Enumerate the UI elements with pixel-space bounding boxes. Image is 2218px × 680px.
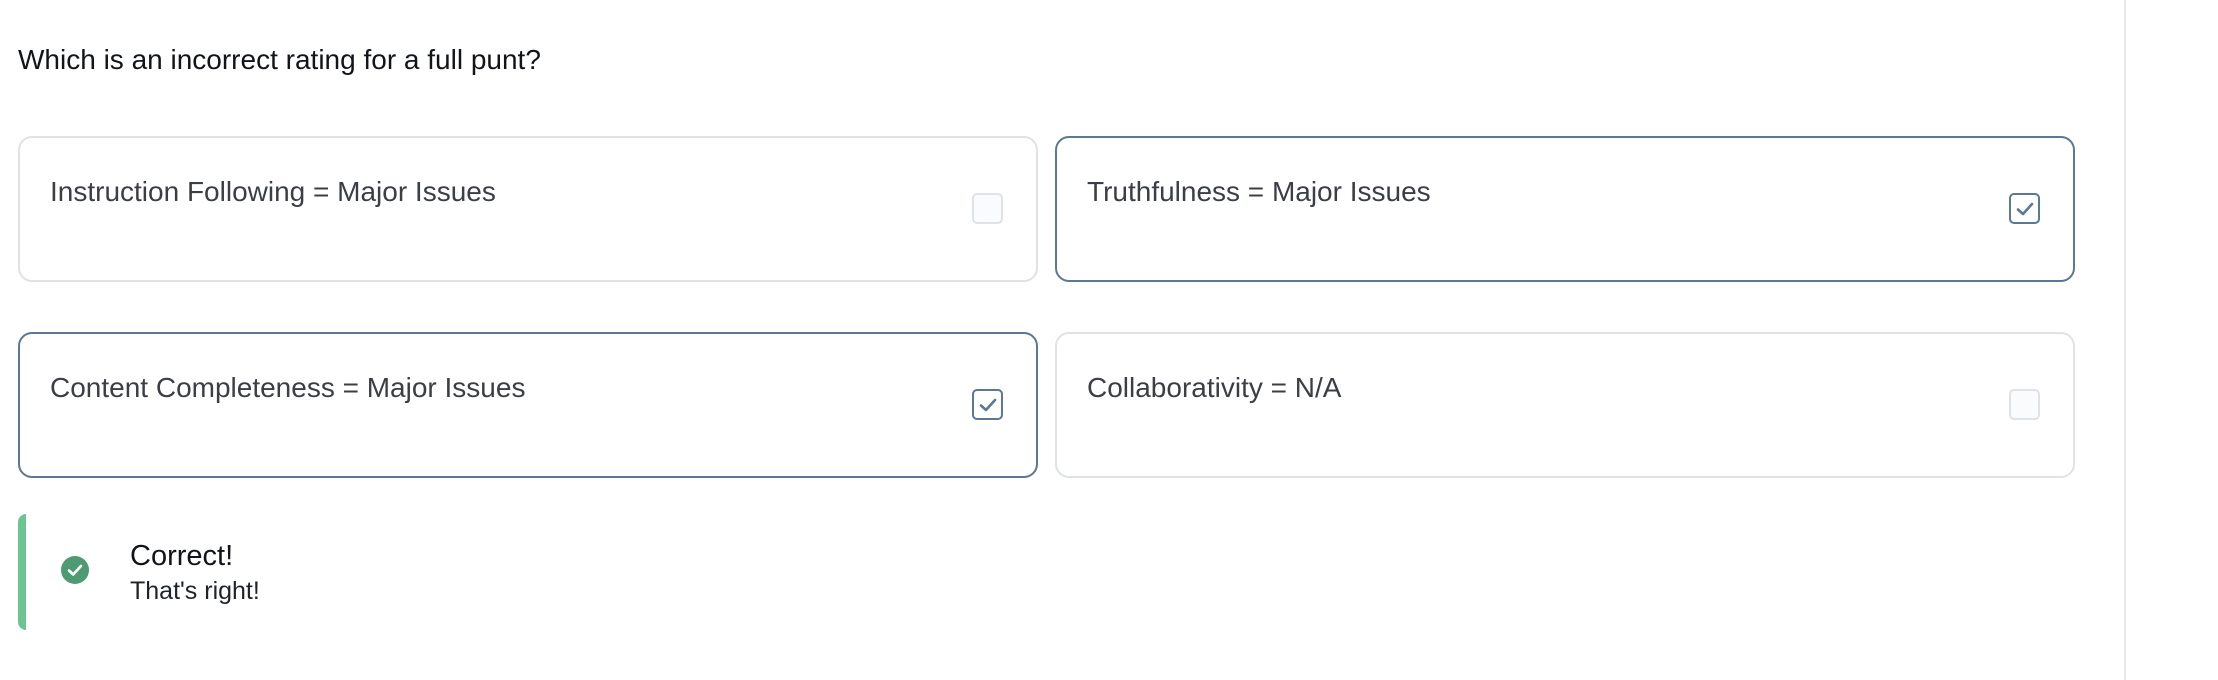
question-text: Which is an incorrect rating for a full …: [18, 44, 541, 75]
option-content-completeness[interactable]: Content Completeness = Major Issues: [18, 332, 1038, 478]
feedback-accent-bar: [18, 514, 26, 630]
option-label: Instruction Following = Major Issues: [50, 176, 496, 207]
quiz-page: Which is an incorrect rating for a full …: [0, 0, 2218, 680]
option-collaborativity[interactable]: Collaborativity = N/A: [1055, 332, 2075, 478]
option-instruction-following[interactable]: Instruction Following = Major Issues: [18, 136, 1038, 282]
feedback-message: That's right!: [130, 577, 260, 605]
option-checkbox[interactable]: [2009, 389, 2040, 420]
check-circle-icon: [61, 556, 89, 584]
option-checkbox[interactable]: [972, 389, 1003, 420]
option-label: Content Completeness = Major Issues: [50, 372, 526, 403]
option-checkbox[interactable]: [2009, 193, 2040, 224]
checkmark-icon: [979, 398, 996, 411]
option-label: Collaborativity = N/A: [1087, 372, 1342, 403]
option-label: Truthfulness = Major Issues: [1087, 176, 1431, 207]
feedback-title: Correct!: [130, 540, 234, 572]
option-checkbox[interactable]: [972, 193, 1003, 224]
checkmark-icon: [2016, 202, 2033, 215]
panel-divider: [2124, 0, 2126, 680]
option-truthfulness[interactable]: Truthfulness = Major Issues: [1055, 136, 2075, 282]
feedback-callout: Correct! That's right!: [18, 514, 618, 630]
